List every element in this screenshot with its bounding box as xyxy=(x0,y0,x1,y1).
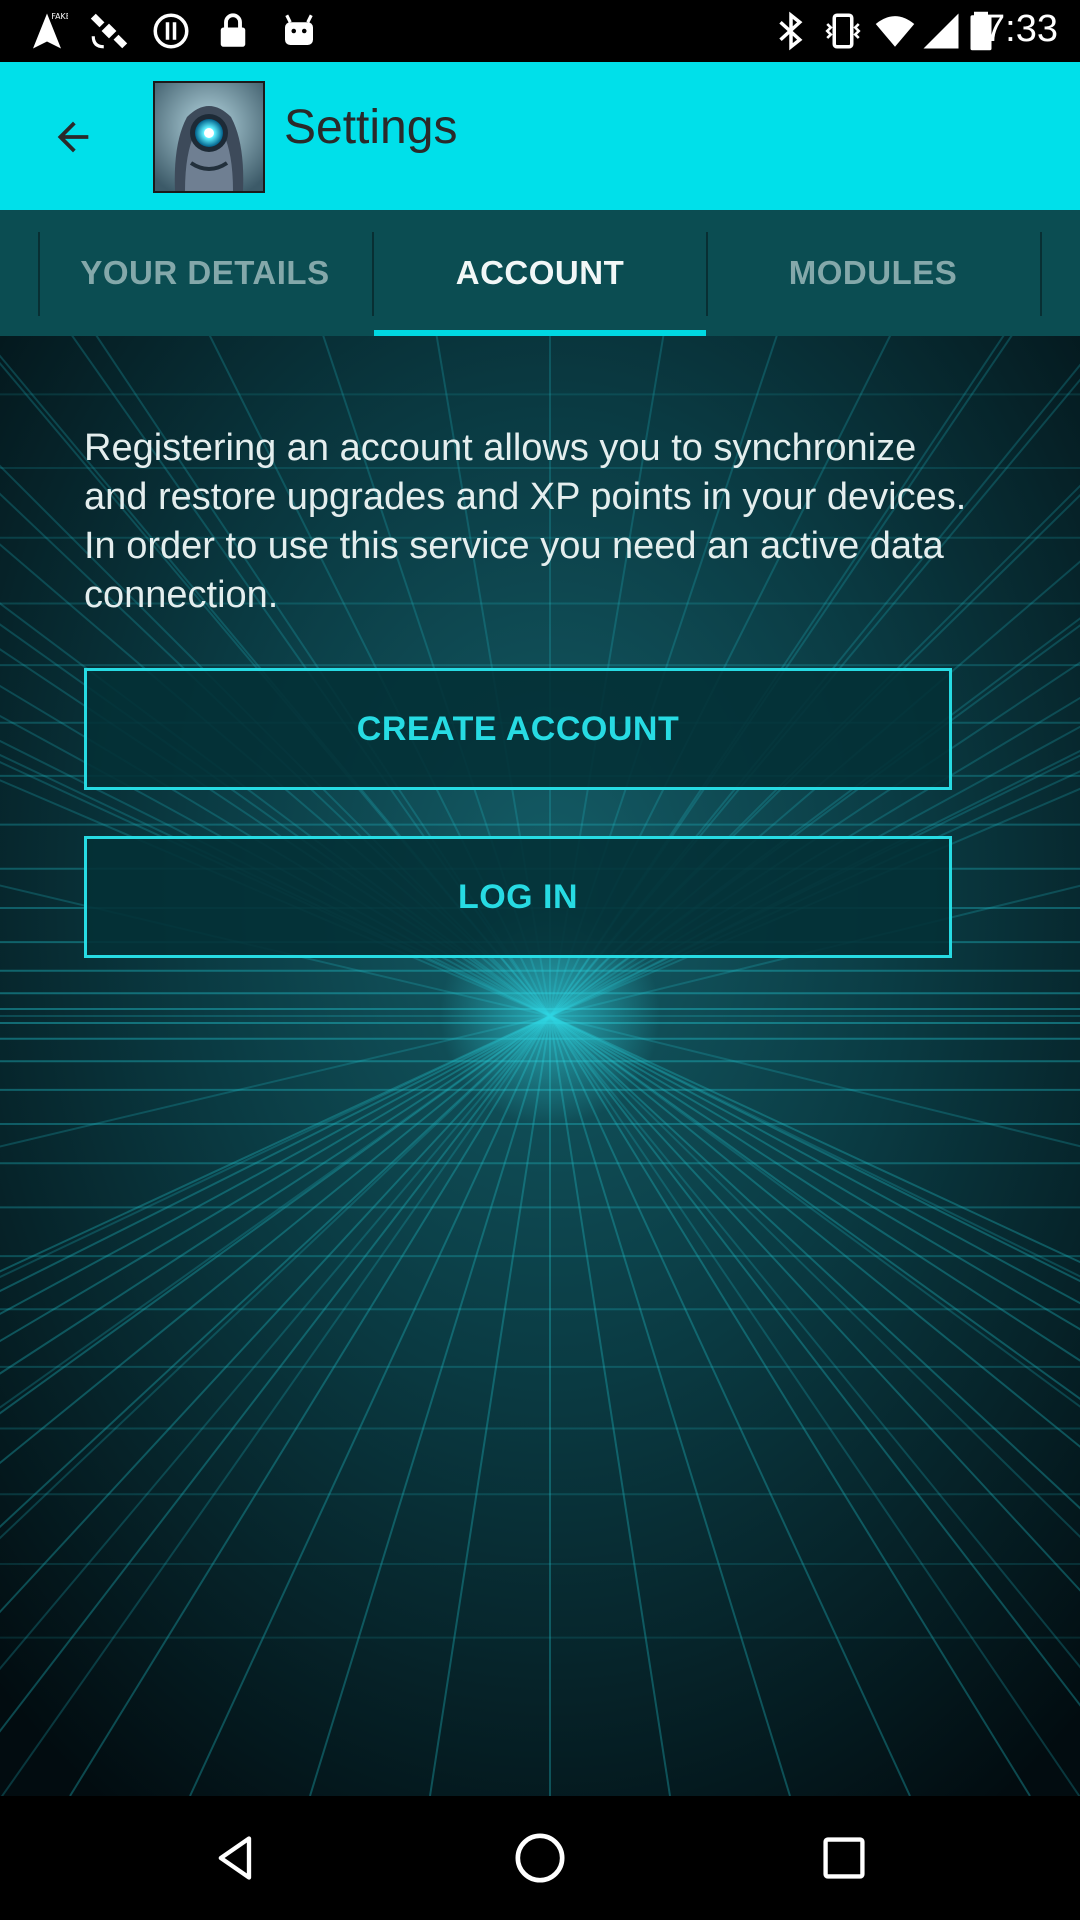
clock: 7:33 xyxy=(984,8,1058,50)
app-bar: Settings xyxy=(0,62,1080,210)
back-triangle-icon xyxy=(218,1836,252,1880)
signal-icon xyxy=(923,13,959,49)
app-logo xyxy=(153,81,265,193)
fake-gps-icon: FAKE xyxy=(33,11,68,49)
tab-bar: YOUR DETAILS ACCOUNT MODULES xyxy=(0,210,1080,336)
satellite-icon xyxy=(90,13,128,49)
tab-your-details[interactable]: YOUR DETAILS xyxy=(38,210,372,336)
sync-disabled-icon xyxy=(153,13,189,49)
tab-modules[interactable]: MODULES xyxy=(706,210,1040,336)
android-icon xyxy=(285,14,313,45)
page-title: Settings xyxy=(284,101,458,154)
account-description: Registering an account allows you to syn… xyxy=(84,427,967,616)
back-button[interactable] xyxy=(38,102,108,172)
nav-back-button[interactable] xyxy=(196,1818,276,1898)
screen: FAKE xyxy=(0,0,1080,1920)
svg-text:FAKE: FAKE xyxy=(51,12,68,21)
wifi-icon xyxy=(875,16,915,47)
account-content: Registering an account allows you to syn… xyxy=(0,336,1080,1796)
recents-square-icon xyxy=(823,1837,865,1879)
tab-account[interactable]: ACCOUNT xyxy=(373,210,707,336)
create-account-button[interactable]: CREATE ACCOUNT xyxy=(84,668,952,790)
login-button[interactable]: LOG IN xyxy=(84,836,952,958)
nav-recents-button[interactable] xyxy=(804,1818,884,1898)
robot-avatar-icon xyxy=(155,83,263,191)
tab-divider xyxy=(1040,232,1042,316)
bluetooth-icon xyxy=(779,11,803,51)
status-bar: FAKE xyxy=(0,0,1080,62)
arrow-back-icon xyxy=(57,121,89,153)
nav-home-button[interactable] xyxy=(500,1818,580,1898)
vibrate-icon xyxy=(825,13,861,49)
navigation-bar xyxy=(0,1796,1080,1920)
lock-icon xyxy=(220,13,246,47)
home-circle-icon xyxy=(515,1833,565,1883)
